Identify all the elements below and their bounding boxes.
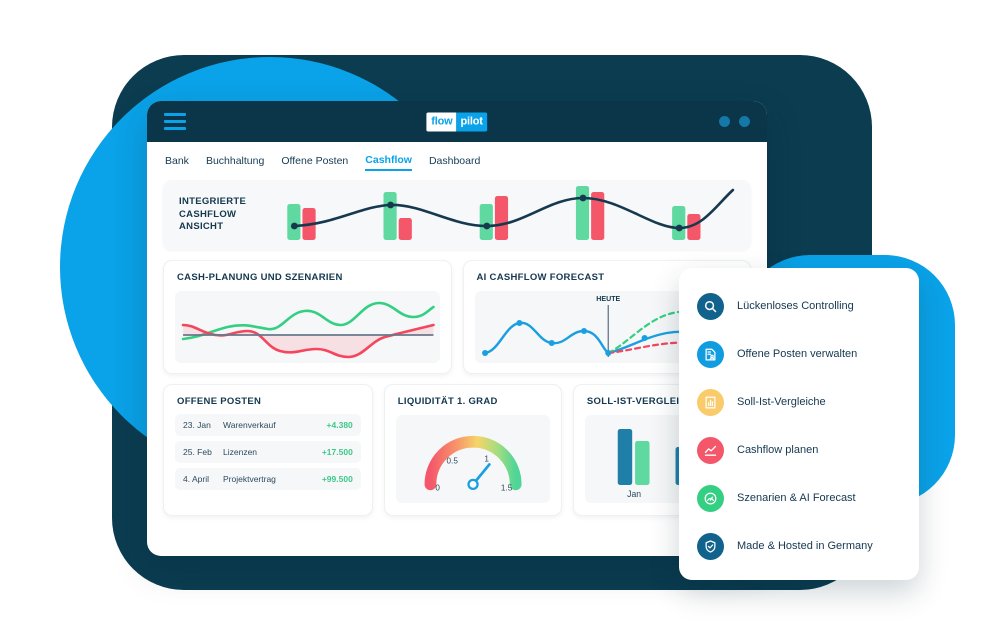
gauge-hub — [467, 478, 479, 491]
feature-item-controlling[interactable]: Lückenloses Controlling — [679, 282, 919, 330]
tab-offene-posten[interactable]: Offene Posten — [281, 155, 348, 170]
app-window: flow pilot Bank Buchhaltung Offene Posten… — [147, 101, 767, 556]
shield-check-icon — [697, 532, 724, 560]
tab-bank[interactable]: Bank — [165, 155, 189, 170]
feature-item-szenarien[interactable]: Szenarien & AI Forecast — [679, 474, 919, 522]
main-nav-tabs: Bank Buchhaltung Offene Posten Cashflow … — [147, 142, 767, 180]
gauge-tick-1: 1 — [484, 455, 489, 464]
cash-planung-title: CASH-PLANUNG UND SZENARIEN — [177, 272, 343, 283]
tab-cashflow[interactable]: Cashflow — [365, 154, 412, 171]
posten-amount: +99.500 — [321, 474, 353, 484]
hero-line-2: CASHFLOW — [179, 208, 237, 220]
feature-label: Lückenloses Controlling — [737, 300, 854, 312]
window-dot-1[interactable] — [719, 116, 730, 127]
hero-line-1: INTEGRIERTE — [179, 195, 247, 207]
posten-description: Lizenzen — [223, 447, 258, 457]
liquiditaet-card: LIQUIDITÄT 1. GRAD 0 0.5 1 1.5 — [383, 384, 562, 516]
posten-date: 4. April — [183, 474, 209, 484]
gauge-tick-0: 0 — [435, 484, 440, 493]
bar-soll-jan — [617, 429, 633, 485]
posten-description: Projektvertrag — [223, 474, 276, 484]
window-dot-2[interactable] — [739, 116, 750, 127]
feature-list-panel: Lückenloses Controlling Offene Posten ve… — [679, 268, 919, 580]
window-titlebar: flow pilot — [147, 101, 767, 142]
cash-planung-chart — [175, 291, 440, 363]
posten-amount: +17.500 — [321, 447, 353, 457]
integrated-cashflow-chart — [265, 184, 741, 246]
cash-planung-card: CASH-PLANUNG UND SZENARIEN — [163, 260, 452, 374]
bar-chart-icon — [697, 388, 724, 416]
feature-item-cashflow-planen[interactable]: Cashflow planen — [679, 426, 919, 474]
table-row[interactable]: 23. Jan Warenverkauf +4.380 — [175, 414, 361, 436]
mid-panels-row: CASH-PLANUNG UND SZENARIEN AI CASHFLOW F… — [163, 260, 751, 374]
feature-item-offene-posten[interactable]: Offene Posten verwalten — [679, 330, 919, 378]
feature-item-made-in-germany[interactable]: Made & Hosted in Germany — [679, 522, 919, 570]
feature-label: Offene Posten verwalten — [737, 348, 858, 360]
logo-text-flow: flow — [426, 112, 457, 131]
search-icon — [697, 292, 724, 320]
integrated-cashflow-title: INTEGRIERTE CASHFLOW ANSICHT — [179, 196, 265, 234]
posten-date: 25. Feb — [183, 447, 212, 457]
logo-text-pilot: pilot — [456, 112, 488, 131]
integrated-cashflow-card: INTEGRIERTE CASHFLOW ANSICHT — [163, 180, 751, 250]
window-controls — [719, 116, 750, 127]
app-content: INTEGRIERTE CASHFLOW ANSICHT CASH-PLANUN… — [147, 180, 767, 530]
liquiditaet-title: LIQUIDITÄT 1. GRAD — [397, 396, 498, 407]
hero-line-3: ANSICHT — [179, 221, 224, 233]
tab-dashboard[interactable]: Dashboard — [429, 155, 480, 170]
posten-description: Warenverkauf — [223, 420, 276, 430]
gauge-tick-05: 0.5 — [446, 457, 458, 466]
gauge-tick-15: 1.5 — [501, 484, 513, 493]
feature-label: Made & Hosted in Germany — [737, 540, 873, 552]
hamburger-icon[interactable] — [164, 113, 186, 130]
posten-amount: +4.380 — [326, 420, 353, 430]
soll-ist-xtick-jan: Jan — [627, 489, 641, 499]
offene-posten-card: OFFENE POSTEN 23. Jan Warenverkauf +4.38… — [163, 384, 373, 516]
tab-buchhaltung[interactable]: Buchhaltung — [206, 155, 264, 170]
illustration-stage: flow pilot Bank Buchhaltung Offene Posten… — [0, 0, 1000, 628]
gauge-icon — [697, 484, 724, 512]
table-row[interactable]: 25. Feb Lizenzen +17.500 — [175, 441, 361, 463]
bottom-panels-row: OFFENE POSTEN 23. Jan Warenverkauf +4.38… — [163, 384, 751, 516]
feature-label: Cashflow planen — [737, 444, 819, 456]
offene-posten-title: OFFENE POSTEN — [177, 396, 262, 407]
posten-date: 23. Jan — [183, 420, 211, 430]
document-user-icon — [697, 340, 724, 368]
trend-line-icon — [697, 436, 724, 464]
feature-label: Szenarien & AI Forecast — [737, 492, 856, 504]
liquiditaet-gauge: 0 0.5 1 1.5 — [395, 415, 550, 503]
feature-label: Soll-Ist-Vergleiche — [737, 396, 826, 408]
bar-ist-jan — [634, 441, 650, 485]
app-logo: flow pilot — [426, 112, 488, 131]
table-row[interactable]: 4. April Projektvertrag +99.500 — [175, 468, 361, 490]
forecast-heute-label: HEUTE — [596, 296, 620, 303]
feature-item-soll-ist[interactable]: Soll-Ist-Vergleiche — [679, 378, 919, 426]
offene-posten-list: 23. Jan Warenverkauf +4.380 25. Feb Lize… — [164, 407, 372, 490]
